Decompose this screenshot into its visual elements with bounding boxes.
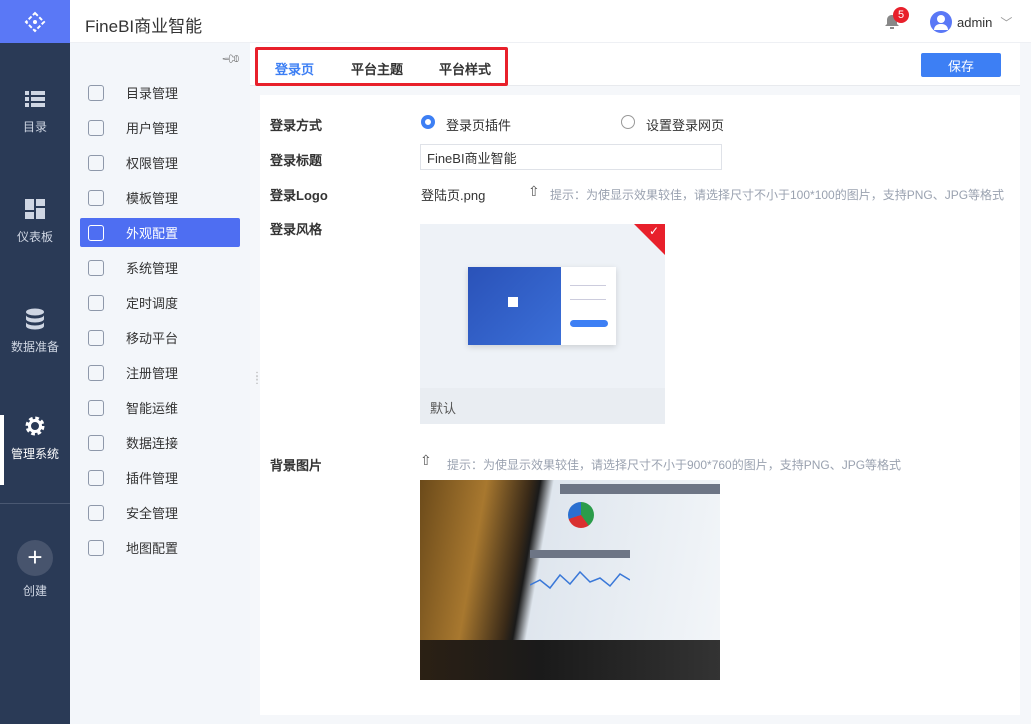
sidebar-item-label: 系统管理 [126,261,179,276]
sidebar-item[interactable]: 安全管理 [80,498,240,527]
sidebar-item-label: 安全管理 [126,506,179,521]
radio-plugin-label[interactable]: 登录页插件 [446,115,511,134]
radio-plugin[interactable] [421,115,435,129]
gear-icon [25,416,45,436]
style-card-default[interactable]: ✓ 默认 [420,224,665,424]
upload-icon[interactable]: ⇧ [420,452,432,469]
nav-label: 创建 [22,584,47,598]
sidebar-item-icon [88,364,104,381]
login-style-label: 登录风格 [270,222,323,237]
sidebar-item[interactable]: 模板管理 [80,183,240,212]
sidebar-item-icon [88,259,104,276]
sidebar-item[interactable]: 外观配置 [80,218,240,247]
radio-custom-page[interactable] [621,115,635,129]
app-title: FineBI商业智能 [85,17,203,36]
nav-divider [0,503,70,504]
background-hint: 提示：为使显示效果较佳，请选择尺寸不小于900*760的图片，支持PNG、JPG… [447,458,902,472]
sidebar-item-label: 目录管理 [126,86,179,101]
login-method-label: 登录方式 [270,118,323,133]
sidebar-item-label: 插件管理 [126,471,179,486]
list-icon [25,91,45,107]
nav-label: 管理系统 [10,447,59,461]
save-button[interactable]: 保存 [921,53,1001,77]
chevron-down-icon: ﹀ [1000,15,1013,30]
style-card-label: 默认 [430,401,457,416]
login-title-label: 登录标题 [270,153,323,168]
top-header: FineBI商业智能 5 admin ﹀ [70,0,1031,43]
settings-sidebar: 📌︎ 目录管理用户管理权限管理模板管理外观配置系统管理定时调度移动平台注册管理智… [70,43,262,724]
sidebar-item[interactable]: 数据连接 [80,428,240,457]
sidebar-item-label: 地图配置 [126,541,179,556]
nav-item-create[interactable]: + 创建 [0,540,70,604]
sidebar-item-label: 智能运维 [126,401,179,416]
sidebar-item[interactable]: 权限管理 [80,148,240,177]
notification-button[interactable]: 5 [885,7,909,35]
nav-label: 仪表板 [16,230,53,244]
sidebar-item[interactable]: 智能运维 [80,393,240,422]
nav-item-data-prep[interactable]: 数据准备 [0,308,70,378]
highlight-box [255,47,508,86]
sidebar-item[interactable]: 注册管理 [80,358,240,387]
sidebar-item[interactable]: 目录管理 [80,78,240,107]
logo-hint: 提示：为使显示效果较佳，请选择尺寸不小于100*100的图片，支持PNG、JPG… [550,188,1005,202]
login-title-input[interactable] [420,144,722,170]
sidebar-item-label: 模板管理 [126,191,179,206]
sidebar-item[interactable]: 定时调度 [80,288,240,317]
sidebar-item-icon [88,504,104,521]
dashboard-icon [25,199,45,219]
pin-icon[interactable]: 📌︎ [220,48,242,71]
plus-icon: + [17,540,53,576]
sidebar-item-icon [88,434,104,451]
nav-label: 目录 [22,120,47,134]
nav-label: 数据准备 [10,340,59,354]
sidebar-item-icon [88,469,104,486]
sidebar-item-label: 移动平台 [126,331,179,346]
main-nav: 目录 仪表板 数据准备 管理系统 + 创建 [0,0,70,724]
sidebar-item-icon [88,119,104,136]
login-settings-panel: 登录方式 登录页插件 设置登录网页 登录标题 登录Logo 登陆页.png ⇧ … [260,95,1020,715]
style-preview [468,267,616,345]
sidebar-item-icon [88,154,104,171]
user-menu[interactable]: admin ﹀ [930,11,1012,33]
upload-icon[interactable]: ⇧ [528,183,540,200]
sidebar-item-label: 用户管理 [126,121,179,136]
nav-item-admin[interactable]: 管理系统 [0,415,70,485]
background-label: 背景图片 [270,458,323,473]
sidebar-item[interactable]: 插件管理 [80,463,240,492]
nav-item-dashboard[interactable]: 仪表板 [0,198,70,268]
sidebar-item-label: 外观配置 [126,226,179,241]
logo[interactable] [0,0,70,43]
sidebar-item-icon [88,294,104,311]
login-logo-label: 登录Logo [270,188,328,203]
database-icon [26,308,44,330]
sidebar-item-icon [88,329,104,346]
sidebar-item-icon [88,189,104,206]
sidebar-item[interactable]: 系统管理 [80,253,240,282]
sidebar-item-icon [88,84,104,101]
sidebar-item[interactable]: 移动平台 [80,323,240,352]
sidebar-item-icon [88,539,104,556]
logo-icon [24,11,46,32]
sidebar-item[interactable]: 用户管理 [80,113,240,142]
check-icon: ✓ [649,224,660,238]
nav-item-catalog[interactable]: 目录 [0,88,70,158]
sidebar-item[interactable]: 地图配置 [80,533,240,562]
sidebar-item-label: 定时调度 [126,296,179,311]
sidebar-item-label: 权限管理 [126,156,179,171]
sidebar-item-label: 数据连接 [126,436,179,451]
sidebar-item-icon [88,399,104,416]
sidebar-item-icon [88,224,104,241]
avatar-icon [930,11,952,33]
background-image [420,480,720,680]
notification-badge: 5 [893,7,909,23]
radio-custom-page-label[interactable]: 设置登录网页 [646,115,724,134]
logo-filename: 登陆页.png [421,188,486,203]
username: admin [957,14,993,30]
sidebar-item-label: 注册管理 [126,366,179,381]
